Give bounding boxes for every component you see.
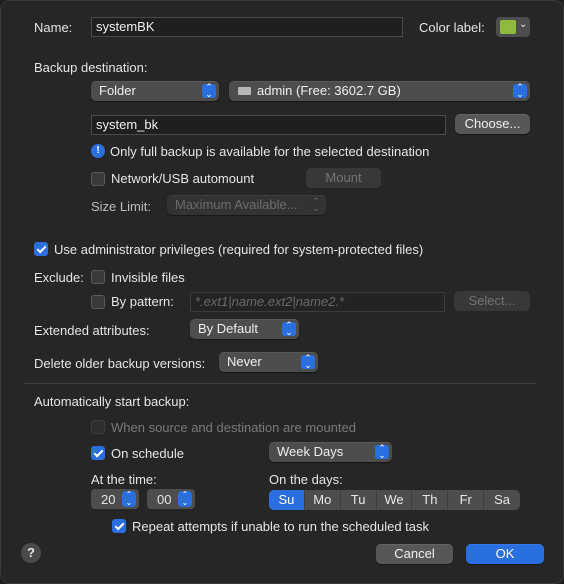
repeat-attempts-checkbox[interactable]	[112, 519, 126, 533]
admin-privileges-checkbox[interactable]	[34, 242, 48, 256]
destination-disk-popup[interactable]: admin (Free: 3602.7 GB) ⌃ ⌄	[229, 81, 530, 101]
chevron-down-icon: ⌄	[519, 19, 528, 30]
by-pattern-label: By pattern:	[111, 294, 174, 309]
choose-button[interactable]: Choose...	[455, 114, 530, 134]
stepper-arrows-icon[interactable]: ⌃ ⌄	[122, 491, 136, 507]
backup-destination-heading: Backup destination:	[34, 60, 148, 75]
name-field[interactable]: systemBK	[91, 17, 403, 37]
backup-settings-dialog: Name: systemBK Color label: ⌄ Backup des…	[0, 0, 564, 584]
network-automount-checkbox[interactable]	[91, 172, 105, 186]
color-label-picker[interactable]: ⌄	[496, 17, 530, 37]
chevron-updown-icon: ⌃ ⌄	[513, 83, 527, 99]
size-limit-value: Maximum Available...	[175, 197, 298, 212]
separator	[23, 383, 537, 384]
minute-stepper[interactable]: 00 ⌃ ⌄	[147, 489, 195, 509]
day-th[interactable]: Th	[412, 490, 449, 510]
schedule-popup[interactable]: Week Days ⌃ ⌄	[269, 442, 392, 462]
when-mounted-label: When source and destination are mounted	[111, 420, 356, 435]
select-pattern-button[interactable]: Select...	[454, 291, 530, 311]
day-fr[interactable]: Fr	[448, 490, 485, 510]
chevron-updown-icon: ⌃ ⌄	[301, 354, 315, 370]
extended-attributes-label: Extended attributes:	[34, 323, 150, 338]
day-su[interactable]: Su	[269, 490, 305, 510]
destination-type-value: Folder	[99, 83, 136, 98]
cancel-button[interactable]: Cancel	[376, 544, 453, 564]
extended-attributes-popup[interactable]: By Default ⌃ ⌄	[190, 319, 299, 339]
day-sa[interactable]: Sa	[484, 490, 520, 510]
auto-start-heading: Automatically start backup:	[34, 394, 190, 409]
hour-value: 20	[101, 492, 116, 507]
on-schedule-checkbox[interactable]	[91, 446, 105, 460]
exclude-label: Exclude:	[34, 270, 84, 285]
day-tu[interactable]: Tu	[341, 490, 377, 510]
when-mounted-checkbox[interactable]	[91, 420, 105, 434]
day-we[interactable]: We	[377, 490, 413, 510]
ok-button[interactable]: OK	[466, 544, 544, 564]
delete-older-popup[interactable]: Never ⌃ ⌄	[219, 352, 318, 372]
chevron-updown-icon: ⌃ ⌄	[312, 196, 320, 213]
size-limit-popup[interactable]: Maximum Available... ⌃ ⌄	[167, 195, 326, 215]
chevron-updown-icon: ⌃ ⌄	[202, 83, 216, 99]
delete-older-value: Never	[227, 354, 262, 369]
repeat-attempts-label: Repeat attempts if unable to run the sch…	[132, 519, 430, 534]
hour-stepper[interactable]: 20 ⌃ ⌄	[91, 489, 139, 509]
color-label-label: Color label:	[419, 20, 485, 35]
admin-privileges-label: Use administrator privileges (required f…	[54, 242, 424, 257]
extended-attributes-value: By Default	[198, 321, 258, 336]
invisible-files-label: Invisible files	[111, 270, 185, 285]
destination-folder-field[interactable]: system_bk	[91, 115, 446, 135]
chevron-updown-icon: ⌃ ⌄	[282, 321, 296, 337]
pattern-field[interactable]: *.ext1|name.ext2|name2.*	[190, 292, 445, 312]
mount-button[interactable]: Mount	[306, 168, 381, 188]
name-label: Name:	[34, 20, 73, 35]
help-icon[interactable]: ?	[21, 543, 41, 563]
schedule-value: Week Days	[277, 444, 344, 459]
minute-value: 00	[157, 492, 172, 507]
stepper-arrows-icon[interactable]: ⌃ ⌄	[178, 491, 192, 507]
at-time-label: At the time:	[91, 472, 157, 487]
invisible-files-checkbox[interactable]	[91, 270, 105, 284]
on-schedule-label: On schedule	[111, 446, 184, 461]
by-pattern-checkbox[interactable]	[91, 295, 105, 309]
color-swatch	[500, 20, 516, 34]
size-limit-label: Size Limit:	[91, 199, 151, 214]
info-text: Only full backup is available for the se…	[110, 144, 430, 159]
info-icon: !	[91, 144, 105, 158]
destination-disk-value: admin (Free: 3602.7 GB)	[257, 83, 401, 98]
destination-type-popup[interactable]: Folder ⌃ ⌄	[91, 81, 219, 101]
on-days-label: On the days:	[269, 472, 343, 487]
chevron-updown-icon: ⌃ ⌄	[375, 444, 389, 460]
delete-older-label: Delete older backup versions:	[34, 356, 206, 371]
days-segmented-control: Su Mo Tu We Th Fr Sa	[269, 490, 520, 510]
hard-drive-icon	[238, 87, 251, 95]
network-automount-label: Network/USB automount	[111, 171, 255, 186]
day-mo[interactable]: Mo	[305, 490, 341, 510]
